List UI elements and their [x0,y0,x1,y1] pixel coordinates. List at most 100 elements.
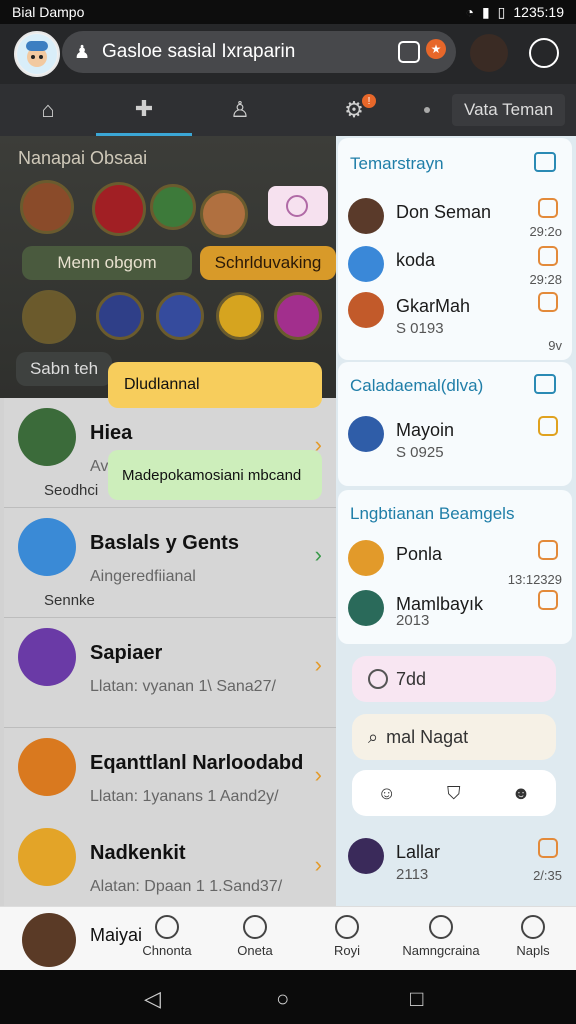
game-icon-1[interactable] [20,180,74,234]
chat-name: Sapiaer [90,642,163,664]
search-bar[interactable]: ♟ Gasloe sasial Ixraparin ★ [62,31,456,73]
avatar-illustration-icon [17,34,57,74]
status-right: ◔ ▮ ▯ 1235:19 [465,4,564,21]
chat-row[interactable]: Sapiaer Llatan: vyanan 1\ Sana27/ › [4,618,336,728]
drawer-item[interactable]: Mamlbayık 2013 [348,586,562,634]
game-icon-2[interactable] [92,182,146,236]
avatar [348,590,384,626]
message-icon[interactable] [538,198,558,218]
game-icon-7[interactable] [274,292,322,340]
drawer-item[interactable]: Ponla 13:12329 [348,536,562,587]
message-icon[interactable] [538,838,558,858]
games-title: Nanapai Obsaai [18,148,148,168]
friend-avatar-top[interactable] [470,34,508,72]
message-icon[interactable] [538,246,558,266]
item-time: 13:12329 [507,572,562,587]
green-chat-bubble[interactable]: Madepokamosiani mbcand [108,450,322,500]
avatar [348,246,384,282]
chat-meta: Seodhci [44,482,99,499]
me-avatar[interactable] [22,913,76,967]
pill-action-3[interactable]: ☺ ⛉ ☻ [352,770,556,816]
chat-sub: Llatan: vyanan 1\ Sana27/ [90,678,276,695]
chevron-right-icon: › [314,852,322,877]
app-root: Bial Dampo ◔ ▮ ▯ 1235:19 ♟ Gasloe sasial… [0,0,576,1024]
avatar [348,540,384,576]
nav-chats[interactable]: Oneta [212,907,298,971]
game-button-1[interactable]: Menn obgom [22,246,192,280]
shield-icon[interactable]: ⛉ [447,783,461,804]
item-sub: 2113 [396,866,429,883]
item-time: 9v [548,338,562,353]
notification-badge[interactable]: ★ [426,39,446,59]
search-text: Gasloe sasial Ixraparin [102,41,296,62]
item-time: 2/:35 [533,868,562,883]
battery-icon: ▯ [497,3,506,20]
clock-icon[interactable] [200,190,248,238]
yellow-chat-bubble[interactable]: Dludlannal [108,362,322,408]
time-label: 1235:19 [513,4,564,20]
game-icon-6[interactable] [216,292,264,340]
home-circle-icon[interactable]: ○ [276,986,289,1012]
chat-bubble-icon [286,195,308,217]
chat-sub: Alatan: Dpaan 1 1.Sand37/ [90,878,283,895]
camera-icon[interactable] [398,41,420,63]
bottom-nav: Maiyai Chnonta Oneta Royi Namngcraina Na… [0,906,576,970]
avatar [18,628,76,686]
circle-icon [368,669,388,689]
nav-contacts[interactable]: Chnonta [124,907,210,971]
game-icon-4[interactable] [96,292,144,340]
chat-bubble-popup[interactable] [268,186,328,226]
avatar [348,838,384,874]
more-tab[interactable]: Vata Teman [452,94,566,126]
chat-sub: Llatan: 1yanans 1 Aand2y/ [90,788,279,805]
chat-icon [155,915,179,939]
drawer-item-after[interactable]: Lallar 2113 2/:35 [348,834,562,883]
tab-profile[interactable]: ♙ [192,84,288,136]
search-icon [335,915,359,939]
ghost-icon [243,915,267,939]
chevron-right-icon: › [314,652,322,677]
avatar [18,828,76,886]
message-icon[interactable] [538,590,558,610]
pill-action-1[interactable]: 7dd [352,656,556,702]
message-icon[interactable] [538,540,558,560]
drawer-item[interactable]: Don Seman 29:2o [348,194,562,242]
tab-settings[interactable]: ⚙! [306,84,402,136]
item-name: Ponla [396,544,443,564]
game-icon-5[interactable] [156,292,204,340]
mail-icon[interactable] [534,374,556,394]
wifi-icon: ◔ [465,4,474,20]
game-button-2[interactable]: Schrlduvaking [200,246,336,280]
pill-action-2[interactable]: ⌕ mal Nagat [352,714,556,760]
nav-groups[interactable]: Namngcraina [398,907,484,971]
tab-games[interactable]: ✚ [96,84,192,136]
games-bottom-label[interactable]: Sabn teh [16,352,112,386]
star-icon[interactable] [22,290,76,344]
mail-icon[interactable] [534,152,556,172]
drawer-item[interactable]: Mayoin S 0925 [348,412,562,461]
profile-avatar[interactable] [14,31,60,77]
menu-smile-icon[interactable] [529,38,559,68]
chat-row[interactable]: Baslals y Gents Aingeredfiianal Sennke › [4,508,336,618]
drawer-item[interactable]: koda 29:28 [348,242,562,290]
recent-apps-icon[interactable]: □ [410,986,423,1012]
nav-label: Chnonta [142,943,192,958]
message-icon[interactable] [538,292,558,312]
chat-row[interactable]: Nadkenkit Alatan: Dpaan 1 1.Sand37/ › [4,818,336,906]
game-icon-3[interactable] [150,184,196,230]
smile-icon[interactable]: ☻ [512,783,531,804]
chat-sub: Av [90,458,109,475]
chevron-right-icon: › [314,542,322,567]
tab-home[interactable]: ⌂ [0,84,96,136]
item-name: Mayoin [396,420,455,440]
pill-label-2: mal Nagat [386,726,469,747]
nav-search[interactable]: Royi [304,907,390,971]
drawer-item[interactable]: GkarMah S 0193 9v [348,288,562,353]
drawer-card-2: Caladaemal(dlva) Mayoin S 0925 [338,362,572,486]
emoji-icon[interactable]: ☺ [378,783,396,804]
item-name: GkarMah [396,296,471,316]
message-icon[interactable] [538,416,558,436]
nav-label: Royi [333,943,360,958]
back-icon[interactable]: ◁ [144,986,161,1012]
nav-profile[interactable]: Napls [490,907,576,971]
